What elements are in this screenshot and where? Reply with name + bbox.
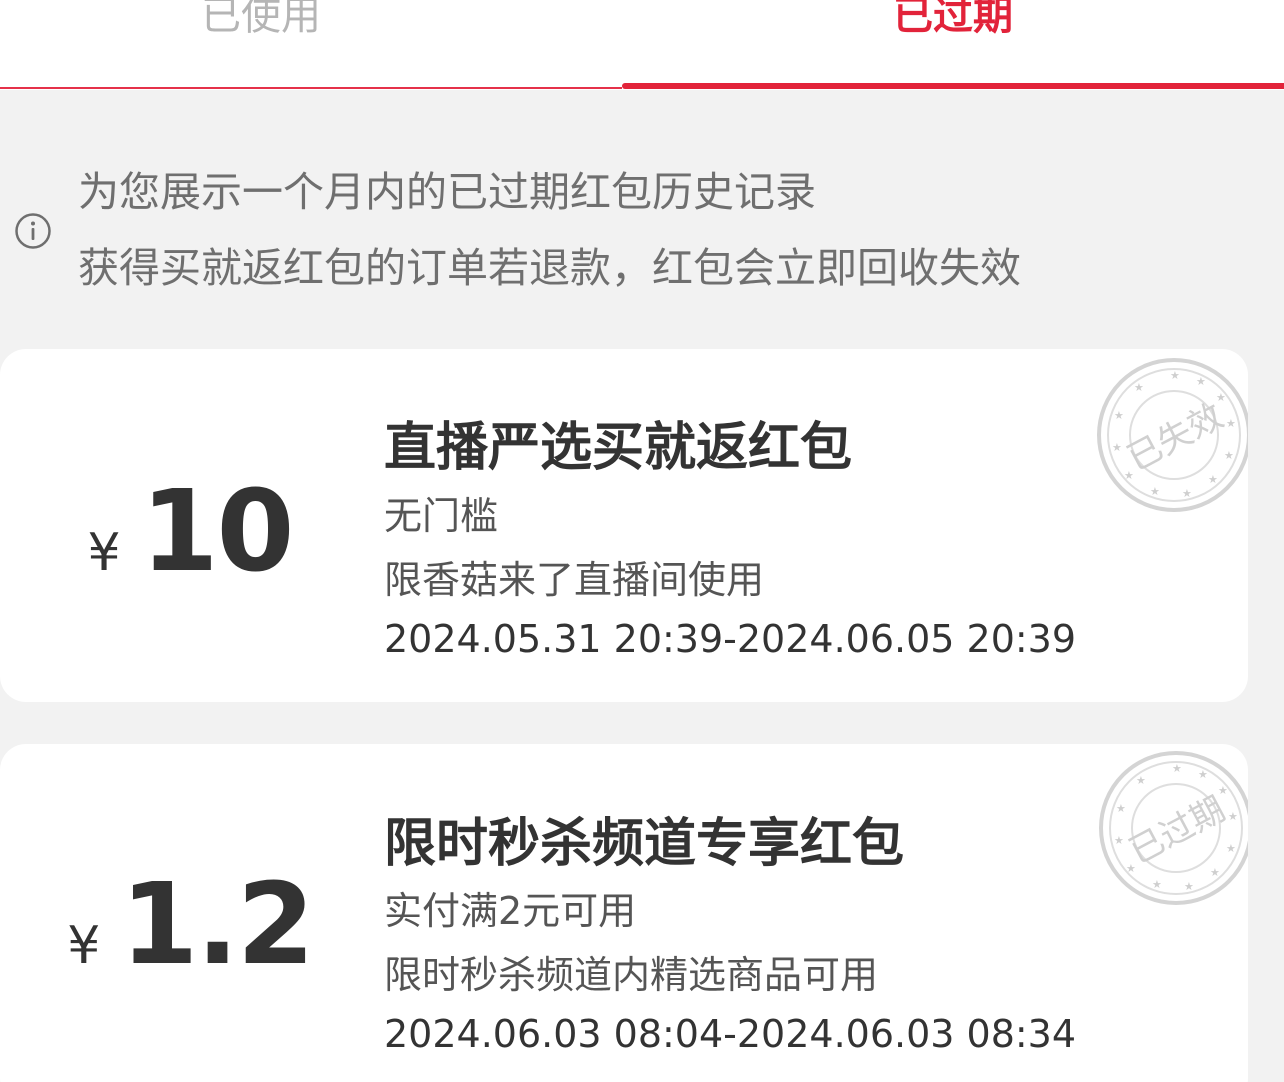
coupon-value: 10: [140, 467, 295, 597]
notice-panel: 为您展示一个月内的已过期红包历史记录 获得买就返红包的订单若退款，红包会立即回收…: [0, 140, 1284, 310]
coupon-title: 直播严选买就返红包: [384, 418, 853, 478]
svg-text:★: ★: [1226, 842, 1236, 855]
active-tab-indicator: [622, 83, 1284, 89]
svg-text:★: ★: [1112, 441, 1122, 454]
coupon-card[interactable]: ¥ 10 直播严选买就返红包 无门槛 限香菇来了直播间使用 2024.05.31…: [0, 349, 1248, 702]
invalid-stamp-icon: ★ ★★ ★★★ ★★★ ★★★ 已失效: [1097, 358, 1248, 512]
svg-text:★: ★: [1152, 878, 1162, 891]
svg-text:★: ★: [1218, 784, 1228, 797]
svg-text:★: ★: [1150, 485, 1160, 498]
svg-text:★: ★: [1198, 768, 1208, 781]
tab-expired[interactable]: 已过期: [622, 0, 1284, 88]
info-icon: [15, 213, 51, 249]
coupon-threshold: 无门槛: [384, 494, 499, 538]
svg-text:★: ★: [1224, 449, 1234, 462]
svg-text:★: ★: [1216, 391, 1226, 404]
svg-text:★: ★: [1114, 409, 1124, 422]
svg-text:★: ★: [1136, 774, 1146, 787]
svg-text:★: ★: [1116, 802, 1126, 815]
coupon-scope: 限时秒杀频道内精选商品可用: [384, 953, 879, 997]
tab-used-label: 已使用: [201, 0, 321, 39]
svg-text:★: ★: [1170, 369, 1180, 382]
svg-text:已失效: 已失效: [1121, 396, 1230, 479]
page: 已使用 已过期 为您展示一个月内的已过期红包历史记录 获得买就返红包的订单若退款…: [0, 0, 1284, 1082]
coupon-card[interactable]: ¥ 1.2 限时秒杀频道专享红包 实付满2元可用 限时秒杀频道内精选商品可用 2…: [0, 744, 1248, 1082]
coupon-validity: 2024.05.31 20:39-2024.06.05 20:39: [384, 617, 1077, 661]
coupon-title: 限时秒杀频道专享红包: [384, 814, 905, 874]
coupon-amount: ¥ 10: [0, 467, 380, 597]
svg-text:★: ★: [1124, 469, 1134, 482]
currency-symbol: ¥: [87, 523, 121, 583]
coupon-amount: ¥ 1.2: [0, 860, 380, 990]
svg-text:★: ★: [1184, 880, 1194, 893]
svg-text:已过期: 已过期: [1123, 789, 1232, 872]
svg-text:★: ★: [1114, 834, 1124, 847]
notice-line-1: 为您展示一个月内的已过期红包历史记录: [78, 168, 816, 216]
coupon-validity: 2024.06.03 08:04-2024.06.03 08:34: [384, 1012, 1077, 1056]
expired-stamp-icon: ★ ★★ ★★★ ★★★ ★★★ 已过期: [1099, 751, 1248, 905]
notice-line-2: 获得买就返红包的订单若退款，红包会立即回收失效: [78, 244, 1021, 292]
currency-symbol: ¥: [67, 916, 101, 976]
tab-used[interactable]: 已使用: [0, 0, 622, 88]
tab-expired-label: 已过期: [893, 0, 1013, 39]
tab-divider: [0, 87, 622, 89]
coupon-threshold: 实付满2元可用: [384, 889, 637, 933]
svg-text:★: ★: [1196, 375, 1206, 388]
svg-text:★: ★: [1210, 866, 1220, 879]
svg-text:★: ★: [1134, 381, 1144, 394]
tab-bar: 已使用 已过期: [0, 0, 1284, 90]
svg-text:★: ★: [1182, 487, 1192, 500]
coupon-value: 1.2: [120, 860, 314, 990]
svg-text:★: ★: [1172, 762, 1182, 775]
svg-text:★: ★: [1208, 473, 1218, 486]
svg-text:★: ★: [1126, 862, 1136, 875]
coupon-scope: 限香菇来了直播间使用: [384, 558, 765, 602]
